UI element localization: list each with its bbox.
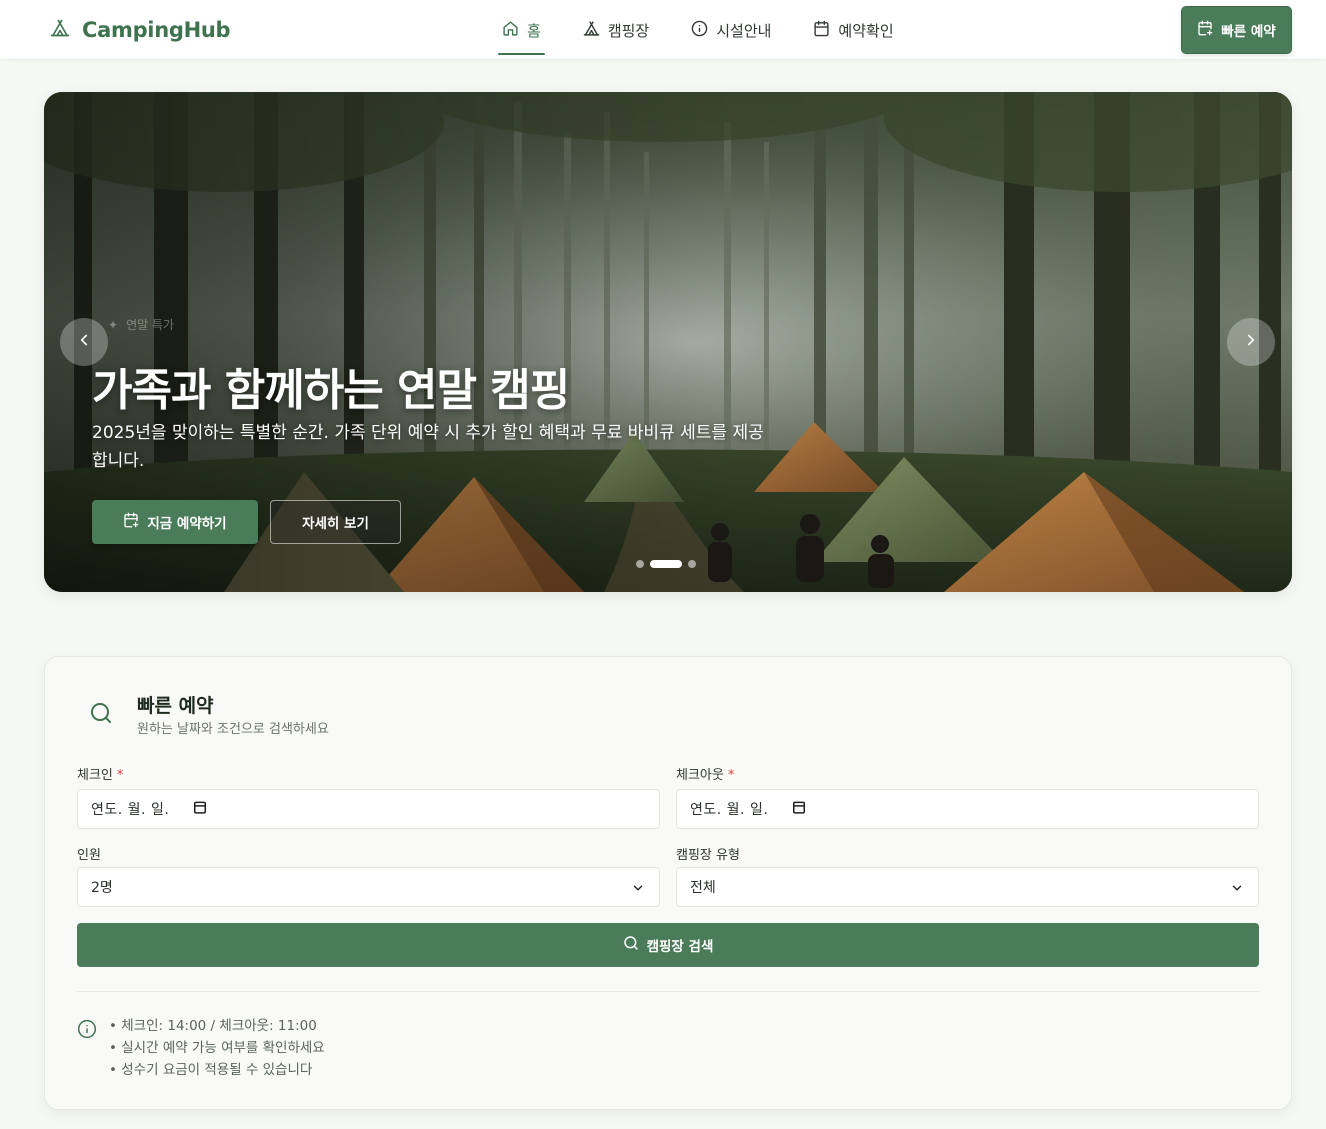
- chevron-right-icon: [1242, 331, 1260, 353]
- booking-info-list: 체크인: 14:00 / 체크아웃: 11:00 실시간 예약 가능 여부를 확…: [109, 1015, 325, 1081]
- carousel-dot[interactable]: [688, 560, 696, 568]
- required-mark: *: [116, 768, 124, 783]
- nav-item-label: 예약확인: [838, 21, 894, 40]
- list-item: 성수기 요금이 적용될 수 있습니다: [109, 1059, 325, 1081]
- checkout-date-input[interactable]: 연도. 월. 일.: [676, 789, 1259, 829]
- quick-booking-card: 빠른 예약 원하는 날짜와 조건으로 검색하세요 체크인 * 연도. 월. 일. …: [44, 656, 1292, 1110]
- divider: [77, 991, 1259, 992]
- campsite-type-label: 캠핑장 유형: [676, 848, 740, 863]
- list-item: 체크인: 14:00 / 체크아웃: 11:00: [109, 1015, 325, 1037]
- checkin-date-input[interactable]: 연도. 월. 일.: [77, 789, 660, 829]
- top-header: CampingHub 홈 캠핑장 시설안내 예약확인 빠른 예약: [0, 0, 1326, 60]
- carousel-dot[interactable]: [636, 560, 644, 568]
- nav-item-label: 시설안내: [716, 21, 772, 40]
- hero-title: 가족과 함께하는 연말 캠핑: [92, 365, 570, 416]
- chevron-down-icon: [631, 881, 645, 899]
- calendar-icon: [193, 800, 207, 818]
- quick-booking-label: 빠른 예약: [1221, 24, 1276, 40]
- calendar-plus-icon: [123, 512, 139, 532]
- nav-item-label: 캠핑장: [607, 21, 650, 40]
- guests-select[interactable]: 2명: [77, 867, 660, 907]
- carousel-dot-active[interactable]: [650, 560, 682, 568]
- campsite-type-select[interactable]: 전체: [676, 867, 1259, 907]
- search-icon: [89, 701, 113, 729]
- info-icon: [77, 1019, 97, 1043]
- hero-carousel: ✦ 연말 특가 가족과 함께하는 연말 캠핑 2025년을 맞이하는 특별한 순…: [44, 92, 1292, 592]
- nav-item-label: 홈: [527, 21, 541, 40]
- quick-booking-button[interactable]: 빠른 예약: [1181, 6, 1292, 54]
- checkout-label: 체크아웃 *: [676, 764, 734, 783]
- calendar-icon: [813, 20, 830, 41]
- calendar-plus-icon: [1197, 20, 1213, 40]
- main-nav: 홈 캠핑장 시설안내 예약확인: [498, 0, 898, 60]
- checkin-date-text: 연도. 월. 일.: [91, 802, 170, 818]
- checkin-label: 체크인 *: [77, 764, 123, 783]
- tent-icon: [583, 20, 600, 41]
- hero-badge: ✦ 연말 특가: [108, 316, 174, 333]
- nav-item-home[interactable]: 홈: [498, 0, 545, 60]
- guests-value: 2명: [91, 880, 113, 896]
- book-now-button[interactable]: 지금 예약하기: [92, 500, 258, 544]
- sparkle-icon: ✦: [108, 317, 119, 332]
- list-item: 실시간 예약 가능 여부를 확인하세요: [109, 1037, 324, 1059]
- checkin-label-text: 체크인: [77, 768, 113, 783]
- checkout-label-text: 체크아웃: [676, 768, 724, 783]
- logo[interactable]: CampingHub: [50, 15, 231, 45]
- booking-description: 원하는 날짜와 조건으로 검색하세요: [137, 722, 329, 737]
- calendar-icon: [792, 800, 806, 818]
- home-icon: [502, 20, 519, 41]
- chevron-left-icon: [75, 331, 93, 353]
- logo-text: CampingHub: [82, 18, 231, 42]
- info-icon: [691, 20, 708, 41]
- hero-badge-text: 연말 특가: [126, 318, 175, 332]
- carousel-next-button[interactable]: [1227, 318, 1275, 366]
- campsite-search-button[interactable]: 캠핑장 검색: [77, 923, 1259, 967]
- carousel-prev-button[interactable]: [60, 318, 108, 366]
- campsite-search-label: 캠핑장 검색: [646, 939, 714, 955]
- learn-more-label: 자세히 보기: [302, 516, 369, 532]
- tent-logo-icon: [50, 18, 70, 42]
- nav-item-reservations[interactable]: 예약확인: [809, 0, 897, 60]
- campsite-type-value: 전체: [690, 880, 716, 896]
- booking-title: 빠른 예약: [137, 695, 214, 717]
- nav-item-campsites[interactable]: 캠핑장: [579, 0, 653, 60]
- chevron-down-icon: [1230, 881, 1244, 899]
- carousel-indicators: [636, 560, 696, 568]
- hero-subtitle: 2025년을 맞이하는 특별한 순간. 가족 단위 예약 시 추가 할인 혜택과…: [92, 423, 764, 471]
- checkout-date-text: 연도. 월. 일.: [690, 802, 769, 818]
- guests-label: 인원: [77, 848, 101, 863]
- learn-more-button[interactable]: 자세히 보기: [270, 500, 401, 544]
- book-now-label: 지금 예약하기: [147, 516, 227, 532]
- search-icon: [623, 935, 639, 955]
- nav-item-facilities[interactable]: 시설안내: [687, 0, 775, 60]
- required-mark: *: [727, 768, 735, 783]
